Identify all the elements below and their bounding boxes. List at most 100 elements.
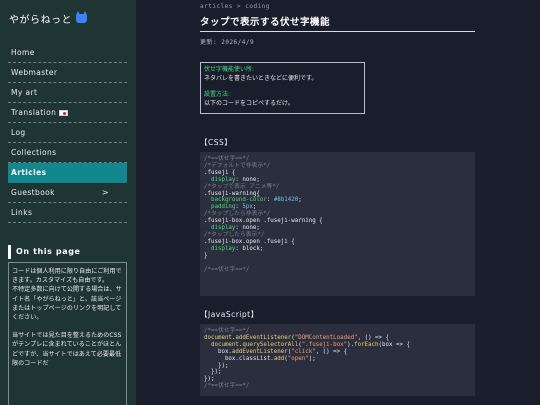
code-token: .fuseji-box.open .fuseji { [204, 238, 295, 245]
code-token: }); [204, 362, 229, 369]
code-line: .fuseji { [204, 170, 471, 177]
nav-item-translation[interactable]: Translation [8, 103, 127, 123]
nav-label[interactable]: Guestbook [11, 183, 55, 203]
code-token: background-color [204, 197, 267, 204]
code-line: box.classList.add("open"); [204, 356, 471, 363]
code-line: /*タップで表示 アニメ等*/ [204, 184, 471, 191]
code-token: }); [204, 376, 215, 383]
code-token: display [204, 176, 236, 183]
js-heading: 【JavaScript】 [200, 310, 259, 319]
code-line: .fuseji-box.open .fuseji { [204, 239, 471, 246]
nav-item-articles[interactable]: Articles [8, 163, 127, 183]
code-line: .fuseji-warning{ [204, 191, 471, 198]
code-token: #8b1420 [273, 197, 299, 204]
nav-label[interactable]: Webmaster [11, 63, 57, 83]
note-text-install: 以下のコードをコピペするだけ。 [204, 99, 294, 107]
code-token: } [204, 252, 208, 259]
nav-label[interactable]: Log [11, 123, 26, 143]
sidebar: やがらねっと Home Webmaster My art Translation… [0, 0, 136, 405]
code-line: } [204, 253, 471, 260]
code-token: ".fuseji-box" [301, 341, 348, 348]
breadcrumb[interactable]: articles > coding [200, 3, 270, 10]
nav-label[interactable]: Articles [11, 163, 46, 183]
code-token: box. [204, 348, 232, 355]
code-token: display [204, 225, 236, 232]
nav-item-guestbook[interactable]: Guestbook > [8, 183, 127, 203]
notice-paragraph: コードは個人利用に限り自由にご利用できます。カスタマイズも自由です。 [12, 268, 122, 285]
code-token: .fuseji-warning{ [204, 190, 260, 197]
code-token: /*==伏せ字==*/ [204, 266, 250, 273]
code-token: display [204, 245, 236, 252]
nav-item-collections[interactable]: Collections [8, 143, 127, 163]
article-main: articles > coding タップで表示する伏せ字機能 更新: 2026… [200, 0, 510, 405]
code-line: }); [204, 363, 471, 370]
code-token: , () => { [357, 334, 390, 341]
code-line: display: none; [204, 177, 471, 184]
updated-date: 更新: 2026/4/9 [200, 39, 255, 46]
nav-item-log[interactable]: Log [8, 123, 127, 143]
nav-item-webmaster[interactable]: Webmaster [8, 63, 127, 83]
code-token: , () => { [315, 348, 348, 355]
usage-note: 伏せ字機能使い所: ネタバレを書きたいときなどに便利です。 設置方法: 以下のコ… [200, 62, 365, 114]
code-token: "open" [287, 355, 309, 362]
code-token: /*タップで表示 アニメ等*/ [204, 183, 280, 190]
nav-label[interactable]: Links [11, 203, 32, 223]
code-line: /*タップしたら非表示*/ [204, 211, 471, 218]
code-line: box.addEventListener("click", () => { [204, 349, 471, 356]
code-token: (box => { [378, 341, 410, 348]
code-token: }); [204, 369, 222, 376]
code-token: /*タップしたら非表示*/ [204, 211, 271, 218]
code-token: : none; [235, 225, 260, 232]
js-code-block[interactable]: /*==伏せ字==*/document.addEventListener("DO… [200, 324, 475, 396]
code-line: /*==伏せ字==*/ [204, 156, 471, 163]
code-token: ); [308, 355, 316, 362]
code-line: /*デフォルトで非表示*/ [204, 163, 471, 170]
notice-paragraph: 当サイトでは見た目を整えるためのCSSがテンプレに含まれていることがほとんどです… [12, 332, 122, 367]
code-line: document.querySelectorAll(".fuseji-box")… [204, 342, 471, 349]
code-line: /*==伏せ字==*/ [204, 383, 471, 390]
code-token: /*==伏せ字==*/ [204, 328, 250, 334]
nav-label[interactable]: Collections [11, 143, 56, 163]
code-token: addEventListener [231, 348, 288, 355]
code-line: display: none; [204, 225, 471, 232]
nav-item-links[interactable]: Links [8, 203, 127, 223]
code-token: padding [204, 204, 236, 211]
chevron-right-icon[interactable]: > [102, 183, 109, 203]
code-token: document [204, 334, 232, 341]
code-line: .fuseji-box.open .fuseji-warning { [204, 218, 471, 225]
code-line: /*==伏せ字==*/ [204, 328, 471, 335]
code-token: add [273, 355, 285, 362]
nav-item-home[interactable]: Home [8, 43, 127, 63]
code-token: : block; [235, 245, 264, 252]
nav-item-my-art[interactable]: My art [8, 83, 127, 103]
on-this-page-heading: On this page [8, 245, 127, 259]
code-token: : none; [235, 176, 260, 183]
sidebar-nav: Home Webmaster My art Translation Log Co… [8, 43, 127, 223]
css-code-block[interactable]: /*==伏せ字==*//*デフォルトで非表示*/.fuseji { displa… [200, 152, 475, 296]
css-heading: 【CSS】 [200, 138, 233, 147]
site-title[interactable]: やがらねっと [9, 11, 87, 26]
code-token: .fuseji { [204, 169, 236, 176]
code-token: /*タップしたら表示*/ [204, 231, 265, 238]
code-token: 5px [242, 204, 253, 211]
code-token: addEventListener [235, 334, 292, 341]
code-token: "DOMContentLoaded" [294, 334, 358, 341]
code-token: : [266, 197, 274, 204]
code-token: /*==伏せ字==*/ [204, 383, 250, 390]
nav-label[interactable]: My art [11, 83, 37, 103]
code-token: "click" [291, 348, 316, 355]
note-label-install: 設置方法: [204, 91, 231, 98]
code-token: .fuseji-box.open .fuseji-warning { [204, 218, 323, 225]
code-token: ; [298, 197, 302, 204]
site-title-text[interactable]: やがらねっと [9, 11, 72, 26]
japan-flag-icon [59, 109, 69, 116]
cat-icon [76, 11, 87, 23]
code-line: display: block; [204, 246, 471, 253]
note-label-usage: 伏せ字機能使い所: [204, 66, 255, 73]
code-token: ; [252, 204, 257, 211]
code-line: /*==伏せ字==*/ [204, 267, 471, 274]
nav-label[interactable]: Translation [11, 103, 56, 123]
nav-label[interactable]: Home [11, 43, 35, 63]
